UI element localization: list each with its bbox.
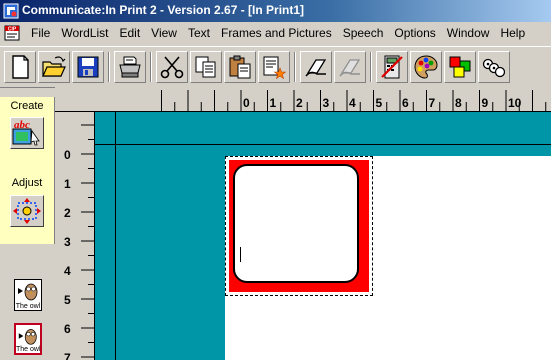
menu-window[interactable]: Window bbox=[442, 26, 496, 40]
open-button[interactable] bbox=[38, 51, 70, 83]
open-folder-icon bbox=[42, 56, 66, 77]
redo-button[interactable] bbox=[334, 51, 366, 83]
text-caret bbox=[240, 247, 241, 262]
title-bar: Communicate:In Print 2 - Version 2.67 - … bbox=[0, 0, 551, 22]
printer-icon bbox=[119, 56, 141, 78]
menu-view[interactable]: View bbox=[146, 26, 183, 40]
app-icon[interactable] bbox=[3, 3, 19, 19]
new-document-icon bbox=[12, 55, 29, 79]
undo-icon bbox=[305, 59, 327, 77]
margin-guide-horizontal bbox=[95, 144, 551, 145]
colors-icon bbox=[449, 56, 471, 78]
adjust-label: Adjust bbox=[11, 177, 43, 189]
menu-text[interactable]: Text bbox=[183, 26, 216, 40]
text-frame[interactable] bbox=[233, 164, 359, 283]
ruler-number: 5 bbox=[64, 293, 71, 307]
ruler-number: 7 bbox=[429, 96, 436, 110]
ruler-number: 4 bbox=[349, 96, 356, 110]
owl-symbol-icon bbox=[18, 283, 38, 301]
adjust-frame-icon bbox=[13, 198, 41, 224]
ruler-number: 4 bbox=[64, 264, 71, 278]
redo-icon bbox=[339, 59, 361, 77]
palette-icon bbox=[414, 55, 438, 79]
horizontal-ruler: 0 1 2 3 4 5 6 7 8 9 10 bbox=[55, 86, 551, 112]
ruler-number: 9 bbox=[482, 96, 489, 110]
menu-wordlist[interactable]: WordList bbox=[56, 26, 114, 40]
menu-help[interactable]: Help bbox=[495, 26, 531, 40]
ruler-number: 2 bbox=[64, 206, 71, 220]
save-icon bbox=[77, 56, 99, 78]
menu-bar: CIP File WordList Edit View Text Frames and P… bbox=[0, 22, 551, 44]
ruler-number: 7 bbox=[64, 351, 71, 360]
calculator-icon bbox=[381, 55, 403, 79]
save-button[interactable] bbox=[72, 51, 104, 83]
create-label: Create bbox=[10, 100, 44, 112]
palette-button[interactable] bbox=[410, 51, 442, 83]
menu-frames-and-pictures[interactable]: Frames and Pictures bbox=[216, 26, 338, 40]
document-canvas[interactable] bbox=[95, 112, 551, 360]
wordlist-item-label: The owl bbox=[16, 346, 41, 353]
ruler-number: 8 bbox=[455, 96, 462, 110]
ruler-number: 0 bbox=[64, 148, 71, 162]
main-toolbar bbox=[0, 46, 551, 88]
ruler-number: 5 bbox=[376, 96, 383, 110]
copy-button[interactable] bbox=[190, 51, 222, 83]
calculator-button[interactable] bbox=[376, 51, 408, 83]
paste-icon bbox=[229, 55, 251, 79]
left-panel: Create abc Adjust The owl The owl bbox=[0, 97, 55, 360]
doc-menu-icon[interactable]: CIP bbox=[4, 25, 20, 41]
ruler-number: 0 bbox=[243, 96, 250, 110]
wordlist-item-owl-selected[interactable]: The owl bbox=[14, 323, 42, 355]
wordlist-item-owl[interactable]: The owl bbox=[14, 279, 42, 311]
ruler-number: 2 bbox=[296, 96, 303, 110]
create-frame-icon: abc bbox=[12, 119, 40, 146]
svg-text:CIP: CIP bbox=[8, 27, 17, 33]
margin-guide-vertical bbox=[115, 112, 116, 360]
ruler-number: 6 bbox=[402, 96, 409, 110]
window-title: Communicate:In Print 2 - Version 2.67 - … bbox=[22, 3, 305, 17]
menu-edit[interactable]: Edit bbox=[114, 26, 146, 40]
horizontal-ruler-ticks: 0 1 2 3 4 5 6 7 8 9 10 bbox=[161, 90, 547, 111]
menu-file[interactable]: File bbox=[26, 26, 56, 40]
toolbar-separator bbox=[370, 52, 372, 82]
copy-icon bbox=[195, 56, 216, 78]
wordlist-item-label: The owl bbox=[15, 303, 41, 310]
toolbar-separator bbox=[150, 52, 152, 82]
ruler-number: 1 bbox=[64, 177, 71, 191]
ruler-number: 6 bbox=[64, 322, 71, 336]
vertical-ruler: 0 1 2 3 4 5 6 7 bbox=[55, 112, 95, 360]
menu-options[interactable]: Options bbox=[389, 26, 441, 40]
ruler-number: 3 bbox=[323, 96, 330, 110]
owl-symbol-icon bbox=[18, 329, 37, 345]
ruler-number: 1 bbox=[270, 96, 277, 110]
symbols-button[interactable] bbox=[478, 51, 510, 83]
menu-speech[interactable]: Speech bbox=[338, 26, 390, 40]
paste-button[interactable] bbox=[224, 51, 256, 83]
scissors-icon bbox=[160, 56, 184, 79]
create-panel: Create abc Adjust bbox=[0, 97, 55, 244]
create-abc-text: abc bbox=[14, 119, 30, 131]
print-button[interactable] bbox=[114, 51, 146, 83]
paste-special-button[interactable] bbox=[258, 51, 290, 83]
ruler-number: 10 bbox=[508, 96, 522, 110]
colors-button[interactable] bbox=[444, 51, 476, 83]
adjust-frame-button[interactable] bbox=[10, 195, 44, 227]
vertical-ruler-ticks: 0 1 2 3 4 5 6 7 bbox=[64, 124, 94, 360]
toolbar-separator bbox=[108, 52, 110, 82]
undo-button[interactable] bbox=[300, 51, 332, 83]
menu-items: File WordList Edit View Text Frames and Pictu… bbox=[26, 22, 531, 44]
cut-button[interactable] bbox=[156, 51, 188, 83]
ruler-number: 3 bbox=[64, 235, 71, 249]
create-frame-button[interactable]: abc bbox=[10, 117, 44, 149]
toolbar-separator bbox=[294, 52, 296, 82]
new-document-button[interactable] bbox=[4, 51, 36, 83]
paste-special-icon bbox=[263, 56, 287, 80]
symbols-icon bbox=[482, 58, 506, 78]
